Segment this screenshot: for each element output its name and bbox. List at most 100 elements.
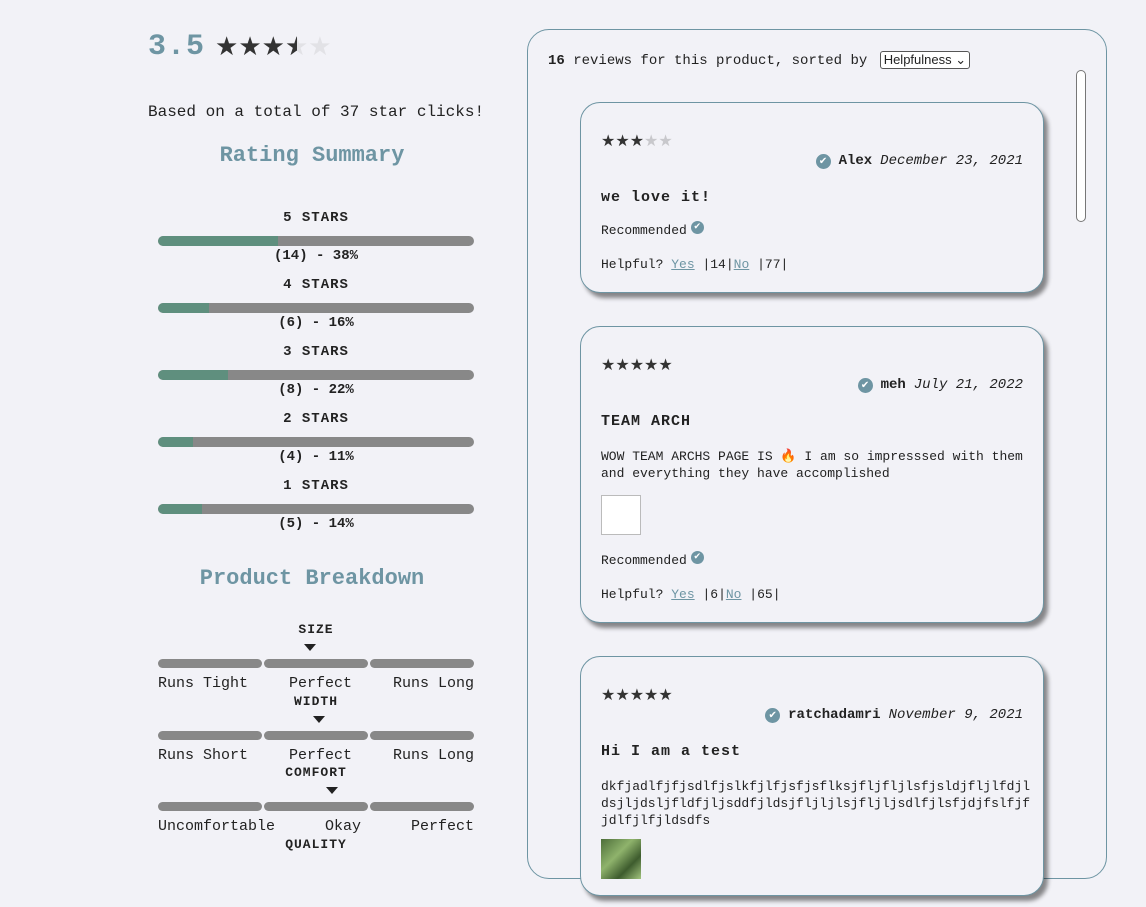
- rating-bar-track[interactable]: [158, 303, 474, 313]
- characteristic-width: WIDTH Runs Short Perfect Runs Long: [158, 694, 474, 764]
- review-star-icons: ★★★★★: [601, 685, 673, 704]
- scale-label: Runs Long: [392, 747, 474, 764]
- sort-dropdown-value: Helpfulness: [883, 52, 952, 67]
- star-level-label[interactable]: 4 STARS: [158, 277, 474, 293]
- reviewer-name: ratchadamri: [788, 707, 881, 723]
- helpful-yes-link[interactable]: Yes: [671, 257, 694, 272]
- star-level-label[interactable]: 5 STARS: [158, 210, 474, 226]
- rating-bar-track[interactable]: [158, 504, 474, 514]
- review-summary: Hi I am a test: [601, 743, 742, 760]
- rating-bar-fill: [158, 303, 209, 313]
- review-photo-thumbnail[interactable]: [601, 495, 641, 535]
- helpful-no-link[interactable]: No: [734, 257, 750, 272]
- helpful-row: Helpful? Yes |6|No |65|: [601, 587, 781, 602]
- review-star-icons: ★★★★★: [601, 131, 673, 150]
- scale-segment: [370, 731, 474, 740]
- rating-bar-track[interactable]: [158, 236, 474, 246]
- recommended-check-icon: ✔: [690, 551, 704, 564]
- review-date: July 21, 2022: [913, 377, 1023, 393]
- empty-star-icons: ★★: [644, 131, 673, 150]
- scale-labels: Runs Short Perfect Runs Long: [158, 747, 474, 764]
- review-meta: ✔ Alex December 23, 2021: [815, 153, 1023, 169]
- characteristic-name: WIDTH: [293, 694, 338, 709]
- triangle-marker-icon: [313, 716, 326, 723]
- total-clicks-text: Based on a total of 37 star clicks!: [148, 103, 485, 121]
- characteristic-size: SIZE Runs Tight Perfect Runs Long: [158, 622, 474, 692]
- star-rating-bar[interactable]: 5 STARS (14) - 38%: [158, 210, 474, 264]
- triangle-marker-icon: [303, 644, 316, 651]
- review-body: WOW TEAM ARCHS PAGE IS 🔥 I am so impress…: [601, 449, 1023, 481]
- helpful-no-link[interactable]: No: [726, 587, 742, 602]
- star-level-label[interactable]: 1 STARS: [158, 478, 474, 494]
- sort-dropdown[interactable]: Helpfulness ⌄: [879, 51, 971, 69]
- helpful-row: Helpful? Yes |14|No |77|: [601, 257, 789, 272]
- scale-segment: [264, 659, 368, 668]
- star-level-label[interactable]: 2 STARS: [158, 411, 474, 427]
- characteristic-name: SIZE: [298, 622, 334, 637]
- review-card: ★★★★★ ✔ meh July 21, 2022 TEAM ARCH WOW …: [580, 326, 1044, 623]
- star-rating-bar[interactable]: 2 STARS (4) - 11%: [158, 411, 474, 465]
- star-count-text: (6) - 16%: [278, 315, 354, 331]
- rating-bar-track[interactable]: [158, 370, 474, 380]
- rating-summary-title: Rating Summary: [219, 143, 405, 168]
- star-count-text: (14) - 38%: [273, 248, 358, 264]
- scale-segment: [264, 731, 368, 740]
- review-meta: ✔ meh July 21, 2022: [857, 377, 1023, 393]
- scale-label: Perfect: [410, 818, 474, 835]
- star-rating-bar[interactable]: 4 STARS (6) - 16%: [158, 277, 474, 331]
- star-rating-bar[interactable]: 1 STARS (5) - 14%: [158, 478, 474, 532]
- triangle-marker-icon: [325, 787, 338, 794]
- average-rating-number: 3.5: [148, 30, 206, 64]
- scale-segment: [158, 802, 262, 811]
- characteristic-name: COMFORT: [285, 765, 347, 780]
- recommended-check-icon: ✔: [690, 221, 704, 234]
- review-date: December 23, 2021: [880, 153, 1023, 169]
- sort-bar: 16 reviews for this product, sorted by H…: [548, 51, 971, 69]
- helpful-yes-link[interactable]: Yes: [671, 587, 694, 602]
- rating-bar-fill: [158, 504, 203, 514]
- review-photo-thumbnail[interactable]: [601, 839, 641, 879]
- recommended-text: Recommended: [601, 553, 687, 568]
- helpful-no-count: 65: [757, 587, 773, 602]
- average-rating-row: 3.5 ★★★★★ ★★★★★: [148, 30, 332, 64]
- filled-star-icons: ★★★★★: [601, 685, 673, 704]
- review-star-icons: ★★★★★: [601, 355, 673, 374]
- rating-bar-fill: [158, 437, 193, 447]
- scale-segment: [264, 802, 368, 811]
- scrollbar[interactable]: [1076, 70, 1086, 222]
- review-card: ★★★★★ ✔ ratchadamri November 9, 2021 Hi …: [580, 656, 1044, 896]
- scale-segment: [158, 731, 262, 740]
- star-count-text: (5) - 14%: [278, 516, 354, 532]
- characteristic-quality: QUALITY: [158, 837, 474, 907]
- recommended-label: Recommended ✔: [601, 551, 704, 568]
- reviewer-name: Alex: [838, 153, 873, 169]
- average-star-icons: ★★★★★ ★★★★★: [215, 34, 332, 60]
- helpful-yes-count: 6: [710, 587, 719, 602]
- characteristic-comfort: COMFORT Uncomfortable Okay Perfect: [158, 765, 474, 835]
- scale-label: Runs Tight: [158, 675, 249, 692]
- helpful-label: Helpful?: [601, 587, 664, 602]
- characteristic-scale: [158, 659, 474, 668]
- star-count-text: (4) - 11%: [278, 449, 354, 465]
- scale-labels: Runs Tight Perfect Runs Long: [158, 675, 474, 692]
- star-rating-bar[interactable]: 3 STARS (8) - 22%: [158, 344, 474, 398]
- scale-labels: Uncomfortable Okay Perfect: [158, 818, 474, 835]
- scale-label: Uncomfortable: [158, 818, 276, 835]
- recommended-label: Recommended ✔: [601, 221, 704, 238]
- star-count-text: (8) - 22%: [278, 382, 354, 398]
- reviews-list-panel: 16 reviews for this product, sorted by H…: [527, 29, 1107, 896]
- characteristic-scale: [158, 731, 474, 740]
- helpful-no-count: 77: [764, 257, 781, 272]
- rating-bar-fill: [158, 370, 228, 380]
- scale-label: Perfect: [288, 747, 352, 764]
- review-summary: we love it!: [601, 189, 712, 206]
- star-level-label[interactable]: 3 STARS: [158, 344, 474, 360]
- helpful-label: Helpful?: [601, 257, 664, 272]
- characteristic-scale: [158, 802, 474, 811]
- rating-bar-track[interactable]: [158, 437, 474, 447]
- scale-label: Perfect: [288, 675, 352, 692]
- scale-segment: [158, 659, 262, 668]
- review-card: ★★★★★ ✔ Alex December 23, 2021 we love i…: [580, 102, 1044, 293]
- scale-segment: [370, 659, 474, 668]
- scale-label: Okay: [325, 818, 362, 835]
